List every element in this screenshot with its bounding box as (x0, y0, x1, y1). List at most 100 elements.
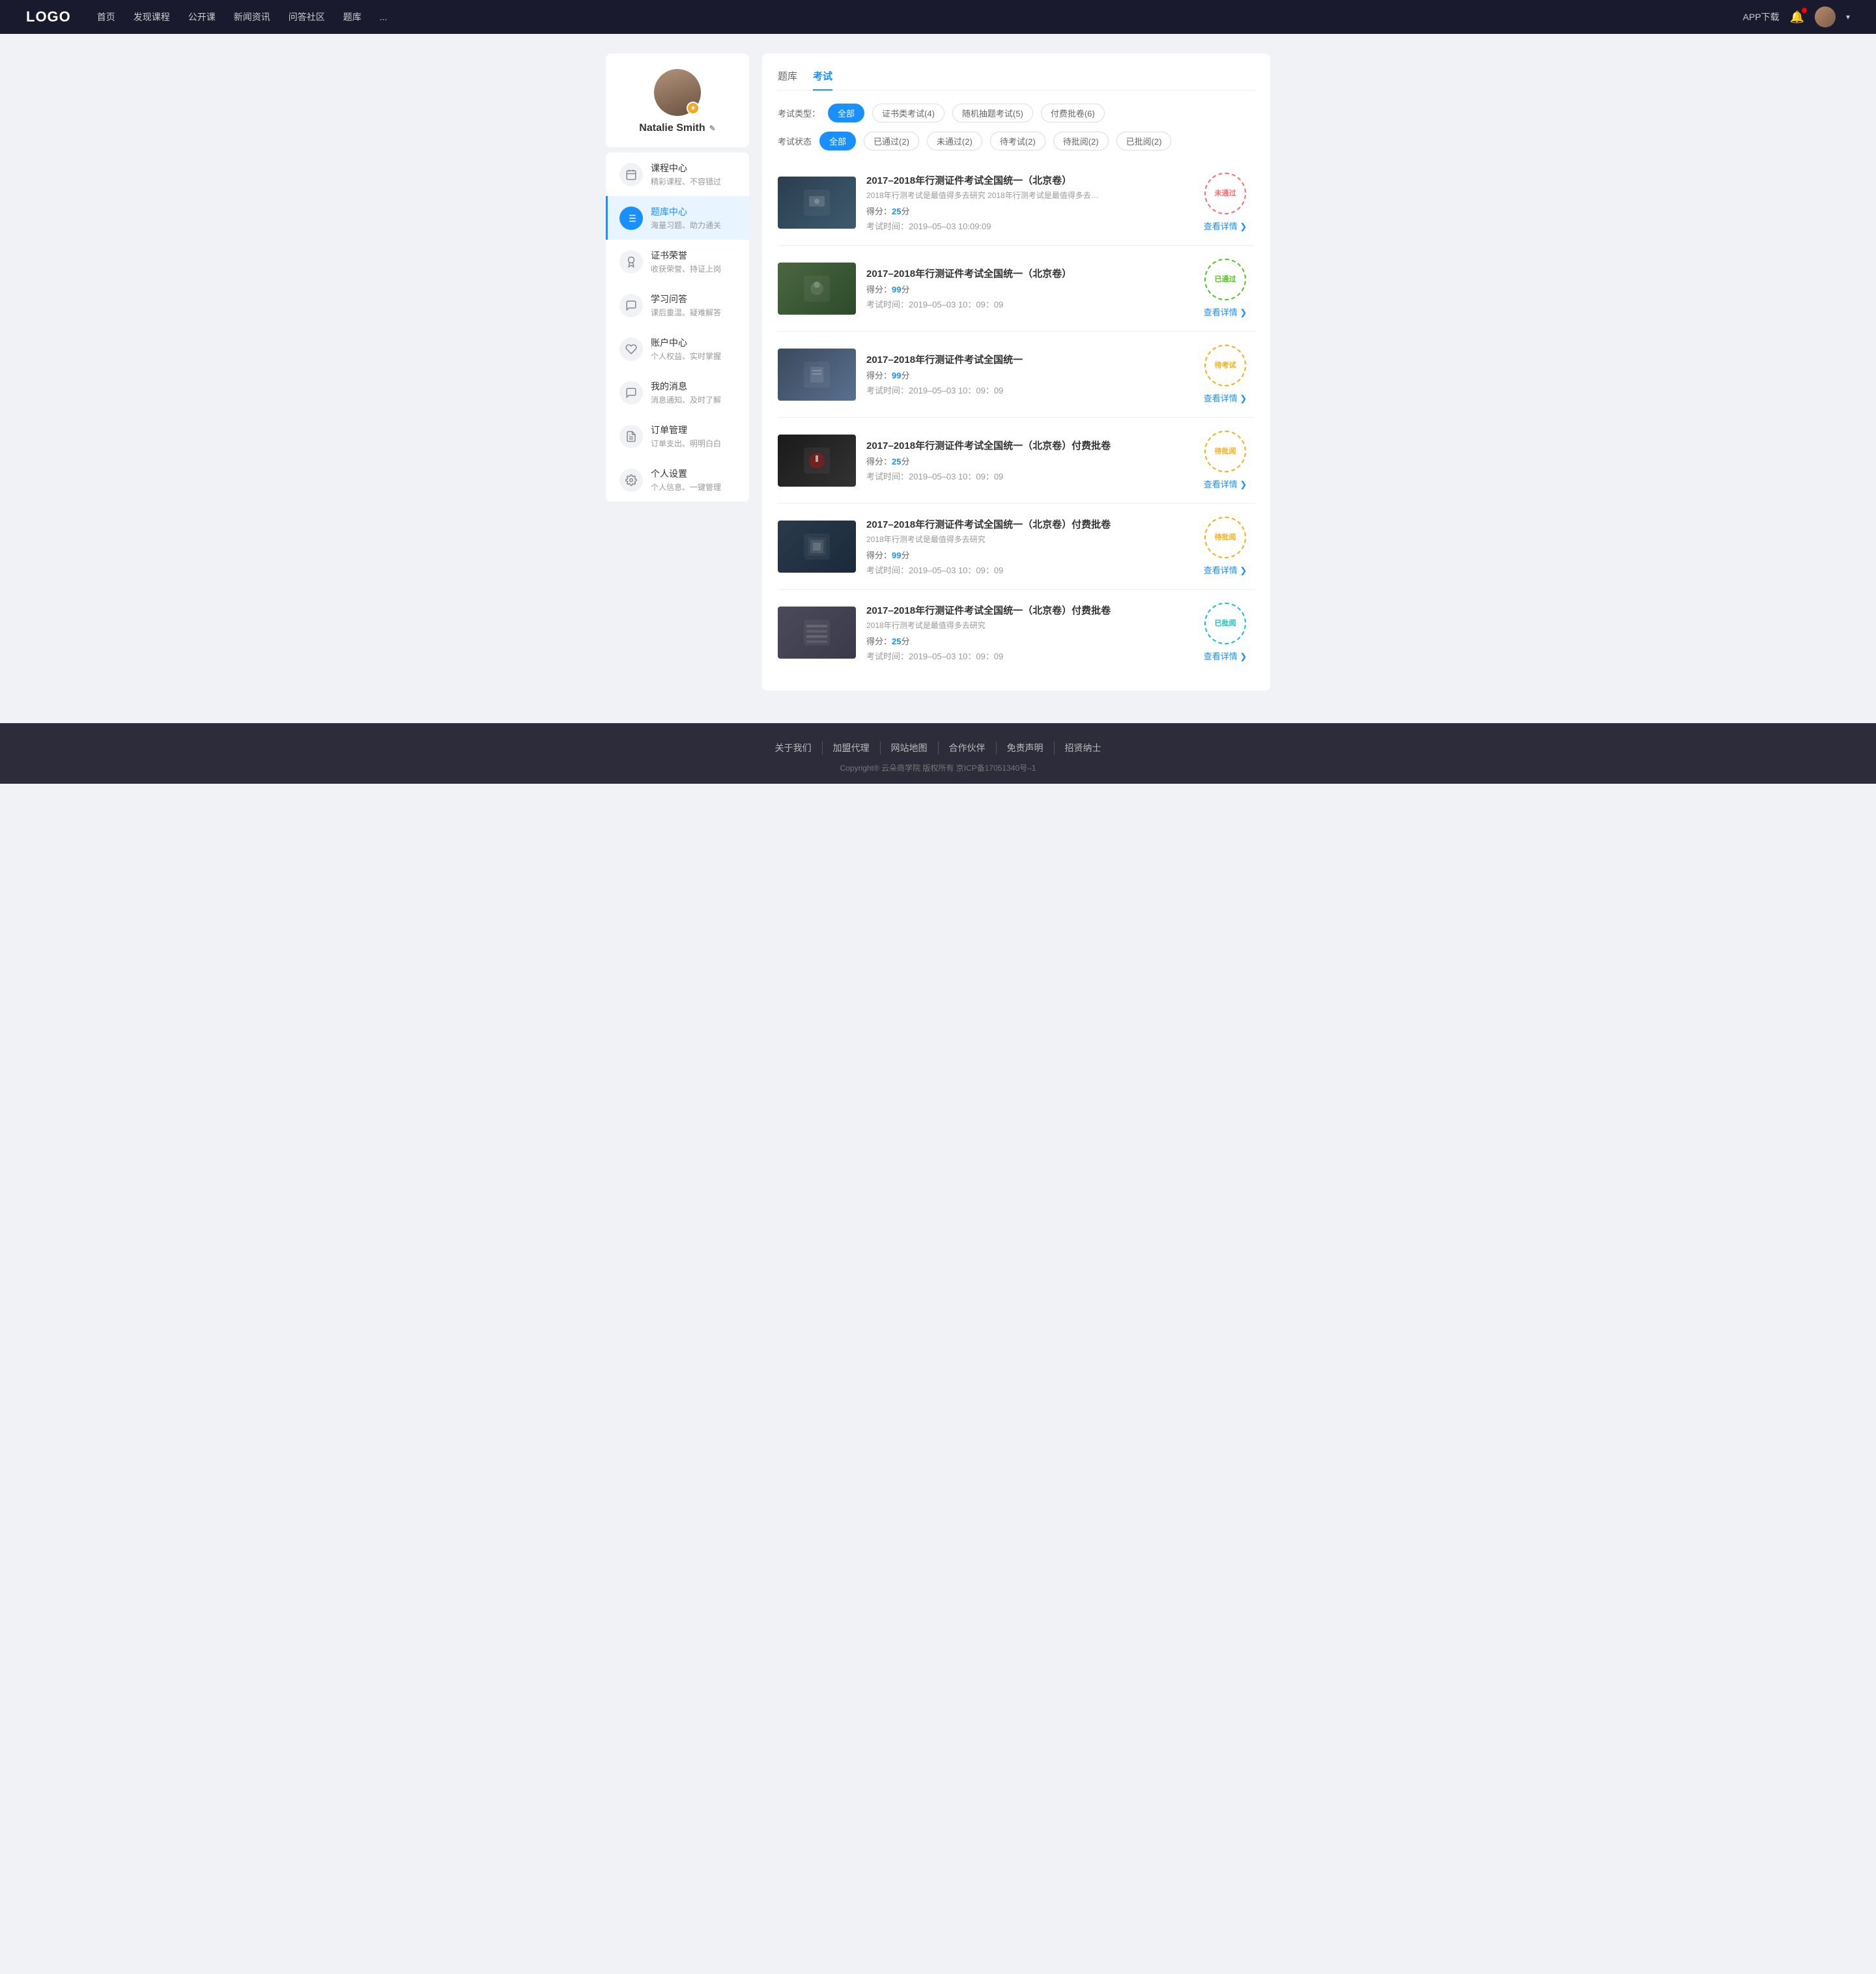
status-filter-all[interactable]: 全部 (819, 132, 856, 150)
footer-link[interactable]: 招贤纳士 (1055, 741, 1112, 754)
menu-text-account: 账户中心 个人权益、实时掌握 (651, 336, 737, 362)
notification-bell[interactable]: 🔔 (1790, 10, 1804, 24)
status-stamp: 待考试 (1204, 345, 1246, 386)
footer-link[interactable]: 免责声明 (997, 741, 1055, 754)
edit-profile-icon[interactable]: ✎ (709, 124, 716, 133)
footer-copyright: Copyright® 云朵商学院 版权所有 京ICP备17051340号–1 (13, 762, 1863, 773)
exam-title: 2017–2018年行测证件考试全国统一 (866, 352, 1186, 366)
exam-item: 2017–2018年行测证件考试全国统一（北京卷）付费批卷 2018年行测考试是… (778, 590, 1255, 675)
menu-title-account: 账户中心 (651, 336, 737, 349)
app-download-link[interactable]: APP下载 (1743, 10, 1780, 23)
exam-info: 2017–2018年行测证件考试全国统一（北京卷）付费批卷 得分：25分 考试时… (866, 438, 1186, 482)
nav-open-courses[interactable]: 公开课 (188, 10, 216, 23)
status-filter-pending[interactable]: 待考试(2) (990, 132, 1045, 150)
exam-desc: 2018年行测考试是最值得多去研究 (866, 620, 1101, 631)
status-filter-passed[interactable]: 已通过(2) (864, 132, 919, 150)
type-filter-certificate[interactable]: 证书类考试(4) (872, 104, 945, 122)
exam-list: 2017–2018年行测证件考试全国统一（北京卷） 2018年行测考试是最值得多… (778, 160, 1255, 675)
exam-time: 考试时间：2019–05–03 10：09：09 (866, 470, 1186, 482)
exam-time: 考试时间：2019–05–03 10：09：09 (866, 650, 1186, 662)
sidebar-item-settings[interactable]: 个人设置 个人信息、一键管理 (606, 458, 749, 502)
sidebar-item-certificates[interactable]: 证书荣誉 收获荣誉、持证上岗 (606, 240, 749, 283)
tab-question-bank[interactable]: 题库 (778, 69, 797, 91)
footer: 关于我们加盟代理网站地图合作伙伴免责声明招贤纳士 Copyright® 云朵商学… (0, 723, 1876, 784)
nav-home[interactable]: 首页 (97, 10, 115, 23)
sidebar-item-courses[interactable]: 课程中心 精彩课程、不容错过 (606, 152, 749, 196)
type-filter-label: 考试类型： (778, 107, 820, 119)
exam-title: 2017–2018年行测证件考试全国统一（北京卷） (866, 173, 1186, 187)
exam-thumbnail (778, 607, 856, 659)
logo[interactable]: LOGO (26, 8, 71, 25)
sidebar-profile: ★ Natalie Smith ✎ (606, 53, 749, 147)
profile-name-row: Natalie Smith ✎ (616, 122, 739, 134)
sidebar-item-messages[interactable]: 我的消息 消息通知、及时了解 (606, 371, 749, 414)
list-icon (619, 207, 643, 230)
menu-text-question-bank: 题库中心 海量习题、助力通关 (651, 205, 737, 231)
menu-title-orders: 订单管理 (651, 423, 737, 436)
menu-subtitle-courses: 精彩课程、不容错过 (651, 176, 737, 187)
type-filter-all[interactable]: 全部 (828, 104, 864, 122)
header-right: APP下载 🔔 ▾ (1743, 7, 1850, 27)
exam-thumbnail (778, 349, 856, 401)
exam-time: 考试时间：2019–05–03 10：09：09 (866, 298, 1186, 310)
menu-title-settings: 个人设置 (651, 467, 737, 480)
gear-icon (619, 468, 643, 492)
chevron-down-icon[interactable]: ▾ (1846, 12, 1850, 21)
exam-info: 2017–2018年行测证件考试全国统一（北京卷） 2018年行测考试是最值得多… (866, 173, 1186, 232)
status-stamp: 已批阅 (1204, 603, 1246, 644)
sidebar-menu: 课程中心 精彩课程、不容错过 题库中心 海量习题、助力通关 证书荣誉 (606, 152, 749, 502)
exam-status-wrap: 待批阅 查看详情 ❯ (1196, 517, 1255, 576)
exam-info: 2017–2018年行测证件考试全国统一（北京卷） 得分：99分 考试时间：20… (866, 266, 1186, 310)
menu-text-courses: 课程中心 精彩课程、不容错过 (651, 162, 737, 187)
menu-text-certificates: 证书荣誉 收获荣誉、持证上岗 (651, 249, 737, 274)
menu-subtitle-messages: 消息通知、及时了解 (651, 394, 737, 405)
footer-link[interactable]: 合作伙伴 (939, 741, 997, 754)
exam-thumbnail (778, 435, 856, 487)
menu-title-courses: 课程中心 (651, 162, 737, 175)
footer-links: 关于我们加盟代理网站地图合作伙伴免责声明招贤纳士 (13, 741, 1863, 754)
detail-link[interactable]: 查看详情 ❯ (1204, 650, 1247, 662)
avatar[interactable] (1815, 7, 1836, 27)
sidebar-item-question-bank[interactable]: 题库中心 海量习题、助力通关 (606, 196, 749, 240)
message-icon (619, 381, 643, 405)
footer-link[interactable]: 加盟代理 (823, 741, 881, 754)
detail-link[interactable]: 查看详情 ❯ (1204, 392, 1247, 404)
status-filter-reviewing[interactable]: 待批阅(2) (1053, 132, 1109, 150)
nav-news[interactable]: 新闻资讯 (234, 10, 270, 23)
exam-score: 得分：25分 (866, 205, 1186, 217)
status-stamp: 待批阅 (1204, 517, 1246, 558)
nav-qa[interactable]: 问答社区 (289, 10, 325, 23)
sidebar-item-qa[interactable]: 学习问答 课后重温、疑难解答 (606, 283, 749, 327)
nav-more[interactable]: ... (380, 12, 388, 22)
type-filter-random[interactable]: 随机抽题考试(5) (952, 104, 1033, 122)
content-tabs: 题库 考试 (778, 69, 1255, 91)
badge-icon (619, 250, 643, 274)
profile-avatar-wrap: ★ (654, 69, 701, 116)
main-container: ★ Natalie Smith ✎ 课程中心 精彩课程、不容错过 (593, 34, 1283, 710)
exam-item: 2017–2018年行测证件考试全国统一（北京卷）付费批卷 得分：25分 考试时… (778, 418, 1255, 504)
status-filter-row: 考试状态 全部 已通过(2) 未通过(2) 待考试(2) 待批阅(2) 已批阅(… (778, 132, 1255, 150)
menu-title-messages: 我的消息 (651, 380, 737, 393)
exam-item: 2017–2018年行测证件考试全国统一（北京卷） 2018年行测考试是最值得多… (778, 160, 1255, 246)
tab-exam[interactable]: 考试 (813, 69, 832, 91)
menu-text-settings: 个人设置 个人信息、一键管理 (651, 467, 737, 493)
detail-link[interactable]: 查看详情 ❯ (1204, 478, 1247, 490)
exam-time: 考试时间：2019–05–03 10：09：09 (866, 384, 1186, 396)
status-filter-not-passed[interactable]: 未通过(2) (927, 132, 982, 150)
sidebar-item-account[interactable]: 账户中心 个人权益、实时掌握 (606, 327, 749, 371)
sidebar-item-orders[interactable]: 订单管理 订单支出、明明白白 (606, 414, 749, 458)
type-filter-paid[interactable]: 付费批卷(6) (1041, 104, 1105, 122)
footer-link[interactable]: 网站地图 (881, 741, 939, 754)
detail-link[interactable]: 查看详情 ❯ (1204, 306, 1247, 318)
nav-courses[interactable]: 发现课程 (134, 10, 170, 23)
footer-link[interactable]: 关于我们 (765, 741, 823, 754)
exam-title: 2017–2018年行测证件考试全国统一（北京卷） (866, 266, 1186, 280)
menu-subtitle-question-bank: 海量习题、助力通关 (651, 220, 737, 231)
nav-question-bank[interactable]: 题库 (343, 10, 362, 23)
status-stamp: 未通过 (1204, 173, 1246, 214)
main-nav: 首页 发现课程 公开课 新闻资讯 问答社区 题库 ... (97, 10, 1743, 23)
sidebar: ★ Natalie Smith ✎ 课程中心 精彩课程、不容错过 (606, 53, 749, 691)
detail-link[interactable]: 查看详情 ❯ (1204, 220, 1247, 232)
detail-link[interactable]: 查看详情 ❯ (1204, 564, 1247, 576)
status-filter-reviewed[interactable]: 已批阅(2) (1116, 132, 1172, 150)
